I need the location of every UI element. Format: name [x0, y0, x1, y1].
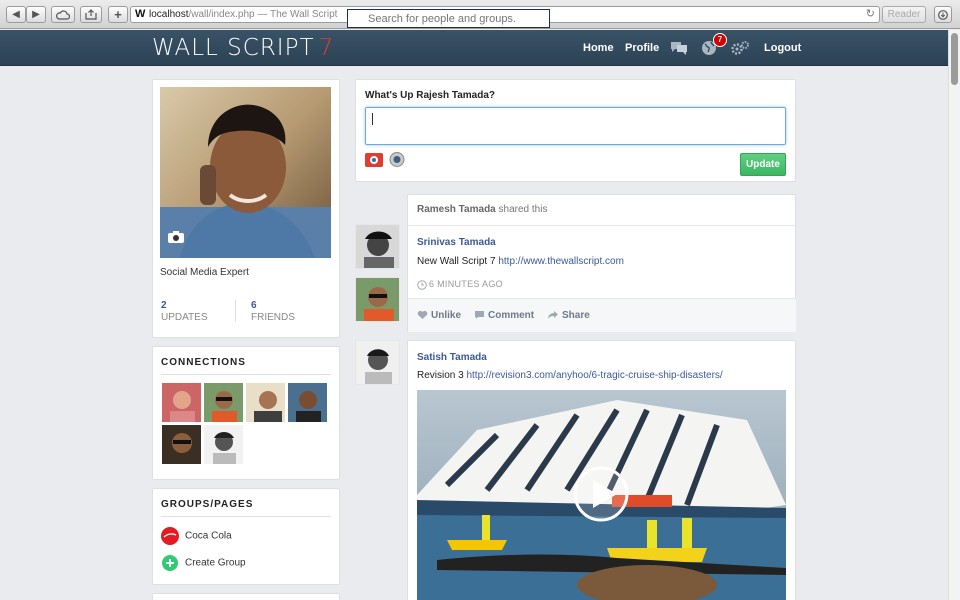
- divider: [161, 516, 331, 517]
- reader-button[interactable]: Reader: [882, 6, 926, 23]
- post-timestamp: 6 MINUTES AGO: [417, 279, 503, 290]
- change-photo-camera-icon[interactable]: [167, 230, 185, 244]
- photo-upload-camera-icon[interactable]: [365, 152, 383, 167]
- profile-card: Social Media Expert 2 UPDATES 6 FRIENDS: [152, 79, 340, 338]
- post-actions: Unlike Comment Share: [408, 298, 796, 332]
- downloads-button[interactable]: [934, 6, 952, 23]
- logo[interactable]: WALL SCRIPT 7: [152, 35, 334, 61]
- search-input[interactable]: [347, 9, 550, 28]
- share-post-button[interactable]: Share: [547, 310, 590, 321]
- comment-button[interactable]: Comment: [474, 310, 534, 321]
- post-link[interactable]: http://revision3.com/anyhoo/6-tragic-cru…: [466, 370, 722, 381]
- feed-post-shared: Ramesh Tamada shared this Srinivas Tamad…: [407, 194, 796, 332]
- divider: [408, 225, 796, 226]
- friends-stat[interactable]: 6 FRIENDS: [251, 300, 295, 324]
- update-button[interactable]: Update: [740, 153, 786, 176]
- stat-divider: [235, 300, 236, 322]
- page-scrollbar[interactable]: [948, 30, 960, 600]
- forward-button[interactable]: ▶: [26, 6, 46, 23]
- comment-icon: [475, 311, 484, 320]
- video-thumbnail[interactable]: [417, 390, 786, 600]
- post-text: New Wall Script 7 http://www.thewallscri…: [417, 256, 624, 267]
- download-icon: [938, 10, 948, 20]
- cloud-icon: [56, 10, 71, 20]
- page-title: The Wall Script: [270, 9, 338, 20]
- settings-gear-icon[interactable]: [730, 40, 750, 56]
- unlike-button[interactable]: Unlike: [417, 310, 461, 321]
- status-composer: What's Up Rajesh Tamada? Update: [355, 79, 796, 182]
- groups-card: GROUPS/PAGES Coca Cola Create Group: [152, 488, 340, 585]
- updates-stat[interactable]: 2 UPDATES: [161, 300, 208, 324]
- connection-avatar[interactable]: [161, 382, 202, 423]
- divider: [161, 374, 331, 375]
- connection-avatar[interactable]: [161, 424, 202, 465]
- group-item-coca-cola[interactable]: Coca Cola: [161, 527, 232, 546]
- post-author-name[interactable]: Srinivas Tamada: [417, 237, 496, 248]
- nav-profile[interactable]: Profile: [625, 38, 659, 58]
- nav-home[interactable]: Home: [583, 38, 614, 58]
- connection-avatar[interactable]: [245, 382, 286, 423]
- connections-title: CONNECTIONS: [161, 357, 246, 368]
- profile-tagline: Social Media Expert: [160, 267, 249, 278]
- coca-cola-logo-icon: [161, 527, 179, 545]
- messages-icon[interactable]: [670, 40, 688, 56]
- url-host: localhost: [149, 9, 189, 20]
- composer-prompt: What's Up Rajesh Tamada?: [365, 90, 495, 101]
- connections-card: CONNECTIONS: [152, 346, 340, 480]
- heart-icon: [417, 311, 428, 320]
- profile-photo[interactable]: [160, 87, 331, 258]
- plus-circle-icon: [162, 555, 178, 571]
- connection-avatar[interactable]: [203, 424, 244, 465]
- back-button[interactable]: ◀: [6, 6, 26, 23]
- url-path: /wall/index.php: [188, 9, 255, 20]
- connection-avatar[interactable]: [203, 382, 244, 423]
- clock-icon: [417, 279, 427, 290]
- next-sidebar-card: [152, 593, 340, 600]
- status-textarea[interactable]: [365, 107, 786, 145]
- post-author-avatar[interactable]: [355, 224, 400, 269]
- post-link[interactable]: http://www.thewallscript.com: [498, 256, 624, 267]
- post-text: Revision 3 http://revision3.com/anyhoo/6…: [417, 370, 723, 381]
- shared-header: Ramesh Tamada shared this: [417, 204, 548, 215]
- webcam-icon[interactable]: [389, 152, 405, 167]
- favicon: W: [135, 8, 146, 20]
- scrollbar-thumb[interactable]: [951, 33, 958, 85]
- reload-icon[interactable]: ↻: [866, 7, 875, 22]
- app-header: WALL SCRIPT 7: [0, 30, 960, 66]
- create-group-button[interactable]: Create Group: [161, 554, 246, 573]
- groups-title: GROUPS/PAGES: [161, 499, 254, 510]
- share-button[interactable]: [80, 6, 102, 23]
- share-arrow-icon: [548, 311, 558, 320]
- new-tab-button[interactable]: +: [108, 6, 128, 23]
- post-author-avatar[interactable]: [355, 340, 400, 385]
- url-separator: —: [254, 9, 271, 20]
- icloud-tabs-button[interactable]: [51, 6, 75, 23]
- share-icon: [85, 9, 97, 20]
- feed-post: Satish Tamada Revision 3 http://revision…: [407, 340, 796, 600]
- sharer-name[interactable]: Ramesh Tamada: [417, 204, 496, 215]
- nav-logout[interactable]: Logout: [764, 38, 801, 58]
- connection-avatar[interactable]: [287, 382, 328, 423]
- post-author-name[interactable]: Satish Tamada: [417, 352, 487, 363]
- notification-badge: 7: [713, 33, 727, 47]
- sharer-avatar[interactable]: [355, 277, 400, 322]
